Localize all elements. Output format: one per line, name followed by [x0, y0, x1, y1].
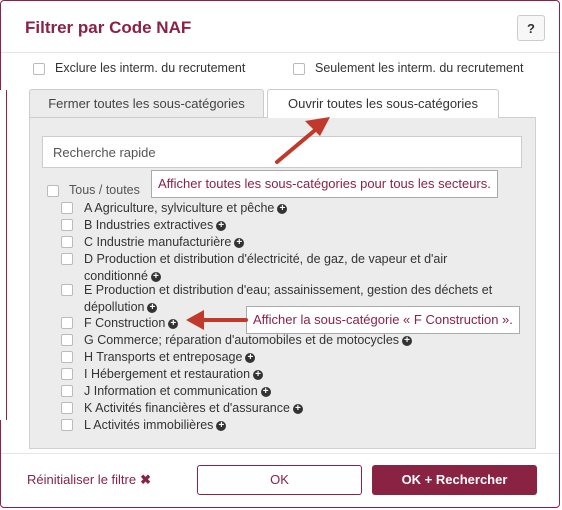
- category-label: H Transports et entreposage: [84, 350, 243, 364]
- exclude-option[interactable]: Exclure les interm. du recrutement: [33, 61, 245, 75]
- expand-plus-icon[interactable]: +: [216, 220, 227, 231]
- all-checkbox[interactable]: [47, 184, 59, 197]
- all-option[interactable]: Tous / toutes: [47, 183, 140, 197]
- quick-search-input[interactable]: [42, 136, 522, 168]
- category-label: F Construction: [84, 316, 166, 330]
- dialog-title: Filtrer par Code NAF: [25, 18, 192, 37]
- category-checkbox[interactable]: [61, 219, 73, 231]
- expand-plus-icon[interactable]: +: [234, 237, 245, 248]
- expand-plus-icon[interactable]: +: [147, 302, 158, 313]
- exclude-label: Exclure les interm. du recrutement: [55, 61, 246, 75]
- category-label: B Industries extractives: [84, 218, 214, 232]
- category-checkbox[interactable]: [61, 402, 73, 414]
- expand-plus-icon[interactable]: +: [402, 335, 413, 346]
- help-button[interactable]: ?: [517, 15, 545, 41]
- category-label: K Activités financières et d'assurance: [84, 401, 290, 415]
- category-checkbox[interactable]: [61, 236, 73, 248]
- category-label: A Agriculture, sylviculture et pêche: [84, 201, 275, 215]
- close-x-icon: ✖: [140, 472, 151, 487]
- dialog-left-tab: [0, 90, 7, 420]
- tooltip-construction: Afficher la sous-catégorie « F Construct…: [246, 306, 520, 334]
- footer-divider: [1, 453, 559, 454]
- expand-plus-icon[interactable]: +: [260, 386, 271, 397]
- tab-open-all[interactable]: Ouvrir toutes les sous-catégories: [267, 89, 499, 118]
- exclude-checkbox[interactable]: [33, 62, 45, 75]
- dialog-header: Filtrer par Code NAF ?: [1, 1, 559, 53]
- category-checkbox[interactable]: [61, 284, 73, 296]
- expand-plus-icon[interactable]: +: [168, 318, 179, 329]
- category-label: L Activités immobilières: [84, 418, 214, 432]
- only-option[interactable]: Seulement les interm. du recrutement: [293, 61, 523, 75]
- tab-close-all[interactable]: Fermer toutes les sous-catégories: [29, 89, 264, 118]
- reset-filter-label: Réinitialiser le filtre: [27, 472, 137, 487]
- category-checkbox[interactable]: [61, 385, 73, 397]
- category-label: D Production et distribution d'électrici…: [84, 252, 448, 283]
- category-checkbox[interactable]: [61, 202, 73, 214]
- category-checkbox[interactable]: [61, 253, 73, 265]
- expand-plus-icon[interactable]: +: [150, 271, 161, 282]
- tooltip-open-all: Afficher toutes les sous-catégories pour…: [151, 170, 498, 198]
- expand-plus-icon[interactable]: +: [216, 420, 227, 431]
- category-checkbox[interactable]: [61, 317, 73, 329]
- expand-plus-icon[interactable]: +: [245, 352, 256, 363]
- category-label: I Hébergement et restauration: [84, 367, 251, 381]
- ok-button[interactable]: OK: [197, 465, 362, 495]
- expand-plus-icon[interactable]: +: [277, 203, 288, 214]
- expand-plus-icon[interactable]: +: [292, 403, 303, 414]
- category-checkbox[interactable]: [61, 334, 73, 346]
- only-checkbox[interactable]: [293, 62, 305, 75]
- ok-search-button[interactable]: OK + Rechercher: [372, 465, 537, 495]
- naf-filter-dialog: Filtrer par Code NAF ? Exclure les inter…: [0, 0, 560, 508]
- only-label: Seulement les interm. du recrutement: [315, 61, 524, 75]
- category-label: G Commerce; réparation d'automobiles et …: [84, 333, 400, 347]
- expand-plus-icon[interactable]: +: [253, 369, 264, 380]
- category-checkbox[interactable]: [61, 419, 73, 431]
- all-label: Tous / toutes: [69, 183, 140, 197]
- category-checkbox[interactable]: [61, 351, 73, 363]
- category-checkbox[interactable]: [61, 368, 73, 380]
- reset-filter-link[interactable]: Réinitialiser le filtre ✖: [27, 472, 151, 488]
- category-label: J Information et communication: [84, 384, 258, 398]
- category-label: C Industrie manufacturière: [84, 235, 232, 249]
